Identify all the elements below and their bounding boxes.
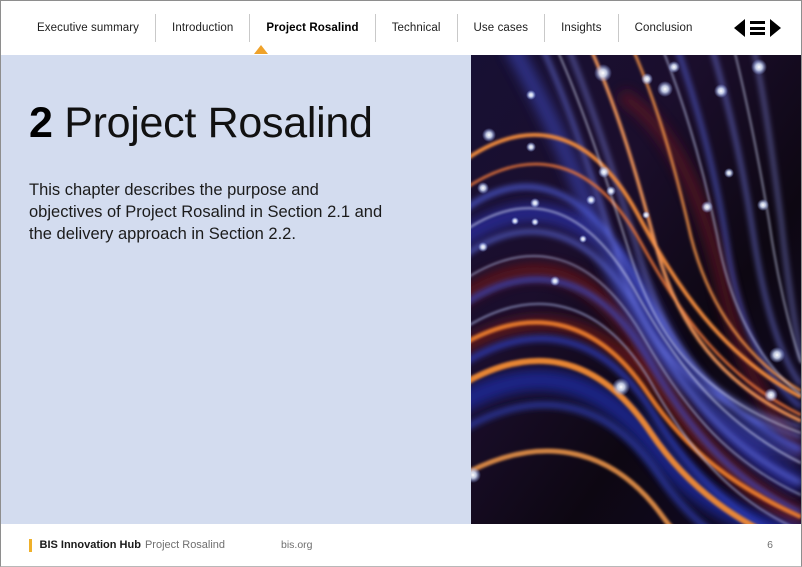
chapter-title: Project Rosalind	[64, 99, 373, 147]
tab-insights[interactable]: Insights	[545, 14, 619, 42]
chapter-number: 2	[29, 99, 53, 147]
slide-text-panel: 2 Project Rosalind This chapter describe…	[1, 55, 471, 524]
slide-footer: BIS Innovation Hub Project Rosalind bis.…	[1, 524, 801, 566]
tab-label: Use cases	[473, 22, 529, 34]
chapter-tab-list: Executive summary Introduction Project R…	[21, 14, 708, 42]
tab-executive-summary[interactable]: Executive summary	[21, 14, 157, 42]
footer-url[interactable]: bis.org	[281, 539, 313, 551]
tab-label: Introduction	[172, 22, 234, 34]
fibre-optic-strands-illustration	[471, 55, 801, 524]
brand-subtitle: Project Rosalind	[144, 539, 226, 551]
tab-label: Conclusion	[634, 22, 693, 34]
tab-label: Project Rosalind	[266, 22, 359, 34]
triangle-right-icon	[770, 19, 781, 37]
slide-navigation-controls	[734, 18, 787, 38]
active-tab-marker-icon	[254, 45, 268, 54]
previous-slide-button[interactable]	[734, 18, 745, 38]
tab-technical[interactable]: Technical	[376, 14, 458, 42]
chapter-description: This chapter describes the purpose and o…	[29, 181, 383, 243]
triangle-left-icon	[734, 19, 745, 37]
tab-project-rosalind[interactable]: Project Rosalind	[250, 14, 376, 42]
slide-content: 2 Project Rosalind This chapter describe…	[1, 55, 801, 524]
tab-label: Technical	[391, 22, 441, 34]
tab-introduction[interactable]: Introduction	[156, 14, 251, 42]
top-navigation-bar: Executive summary Introduction Project R…	[1, 1, 801, 55]
brand-name: BIS Innovation Hub	[39, 539, 141, 551]
next-slide-button[interactable]	[770, 18, 781, 38]
page-number: 6	[767, 539, 773, 551]
tab-label: Insights	[561, 22, 602, 34]
fibre-optic-image-panel	[471, 55, 801, 524]
tab-conclusion[interactable]: Conclusion	[619, 14, 709, 42]
page-title: 2 Project Rosalind	[29, 100, 471, 146]
brand-accent-bar-icon	[29, 538, 32, 552]
menu-button[interactable]	[750, 18, 765, 38]
footer-brand: BIS Innovation Hub Project Rosalind	[29, 538, 226, 552]
tab-use-cases[interactable]: Use cases	[458, 14, 546, 42]
presentation-slide: Executive summary Introduction Project R…	[0, 0, 802, 567]
tab-label: Executive summary	[37, 22, 140, 34]
hamburger-menu-icon	[750, 21, 765, 35]
